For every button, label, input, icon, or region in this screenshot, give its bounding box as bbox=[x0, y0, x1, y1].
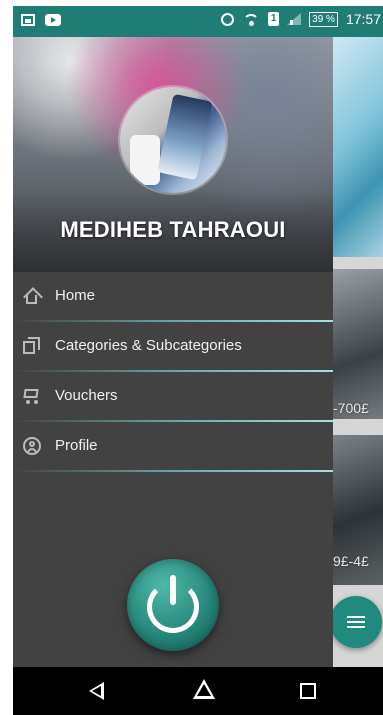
drawer-header: MEDIHEB TAHRAOUI bbox=[13, 37, 333, 272]
menu-fab-button[interactable] bbox=[330, 596, 382, 648]
product-card[interactable] bbox=[333, 37, 383, 257]
home-icon bbox=[23, 287, 41, 305]
signal-icon bbox=[287, 13, 302, 25]
avatar[interactable] bbox=[120, 87, 226, 193]
drawer-item-label: Profile bbox=[55, 437, 98, 454]
drawer-menu: Home Categories & Subcategories Vouchers… bbox=[13, 272, 333, 472]
navigation-drawer: MEDIHEB TAHRAOUI Home Categories & Subca… bbox=[13, 37, 333, 667]
clock: 17:57 bbox=[345, 11, 381, 27]
cart-icon bbox=[23, 387, 41, 405]
categories-icon bbox=[23, 337, 41, 355]
menu-icon bbox=[347, 616, 365, 618]
home-nav-icon[interactable] bbox=[193, 679, 215, 699]
drawer-item-label: Categories & Subcategories bbox=[55, 337, 242, 354]
battery-icon: 39 % bbox=[309, 11, 338, 27]
product-price: 9£-4£ bbox=[333, 553, 369, 569]
drawer-item-profile[interactable]: Profile bbox=[13, 422, 333, 472]
logout-button[interactable] bbox=[127, 559, 219, 651]
product-price: -700£ bbox=[333, 400, 369, 416]
drawer-item-label: Home bbox=[55, 287, 96, 304]
product-card[interactable] bbox=[333, 269, 383, 419]
drawer-item-vouchers[interactable]: Vouchers bbox=[13, 372, 333, 422]
drawer-item-label: Vouchers bbox=[55, 387, 118, 404]
divider bbox=[13, 470, 333, 472]
user-name: MEDIHEB TAHRAOUI bbox=[60, 217, 286, 242]
image-icon bbox=[21, 14, 35, 26]
drawer-item-home[interactable]: Home bbox=[13, 272, 333, 322]
alarm-icon bbox=[221, 12, 235, 26]
back-icon[interactable] bbox=[89, 682, 104, 700]
sim-icon: 1 bbox=[268, 12, 280, 26]
drawer-item-categories[interactable]: Categories & Subcategories bbox=[13, 322, 333, 372]
youtube-icon bbox=[45, 14, 61, 26]
phone-screen: 1 39 % 17:57 -700£ 9£-4£ MEDIHEB TAHRAOU… bbox=[13, 6, 383, 715]
system-nav-bar bbox=[13, 667, 383, 715]
background-product-list: -700£ 9£-4£ bbox=[333, 37, 383, 667]
profile-icon bbox=[23, 437, 41, 455]
recent-apps-icon[interactable] bbox=[300, 683, 316, 699]
status-bar: 1 39 % 17:57 bbox=[13, 6, 383, 37]
wifi-icon bbox=[242, 12, 260, 26]
